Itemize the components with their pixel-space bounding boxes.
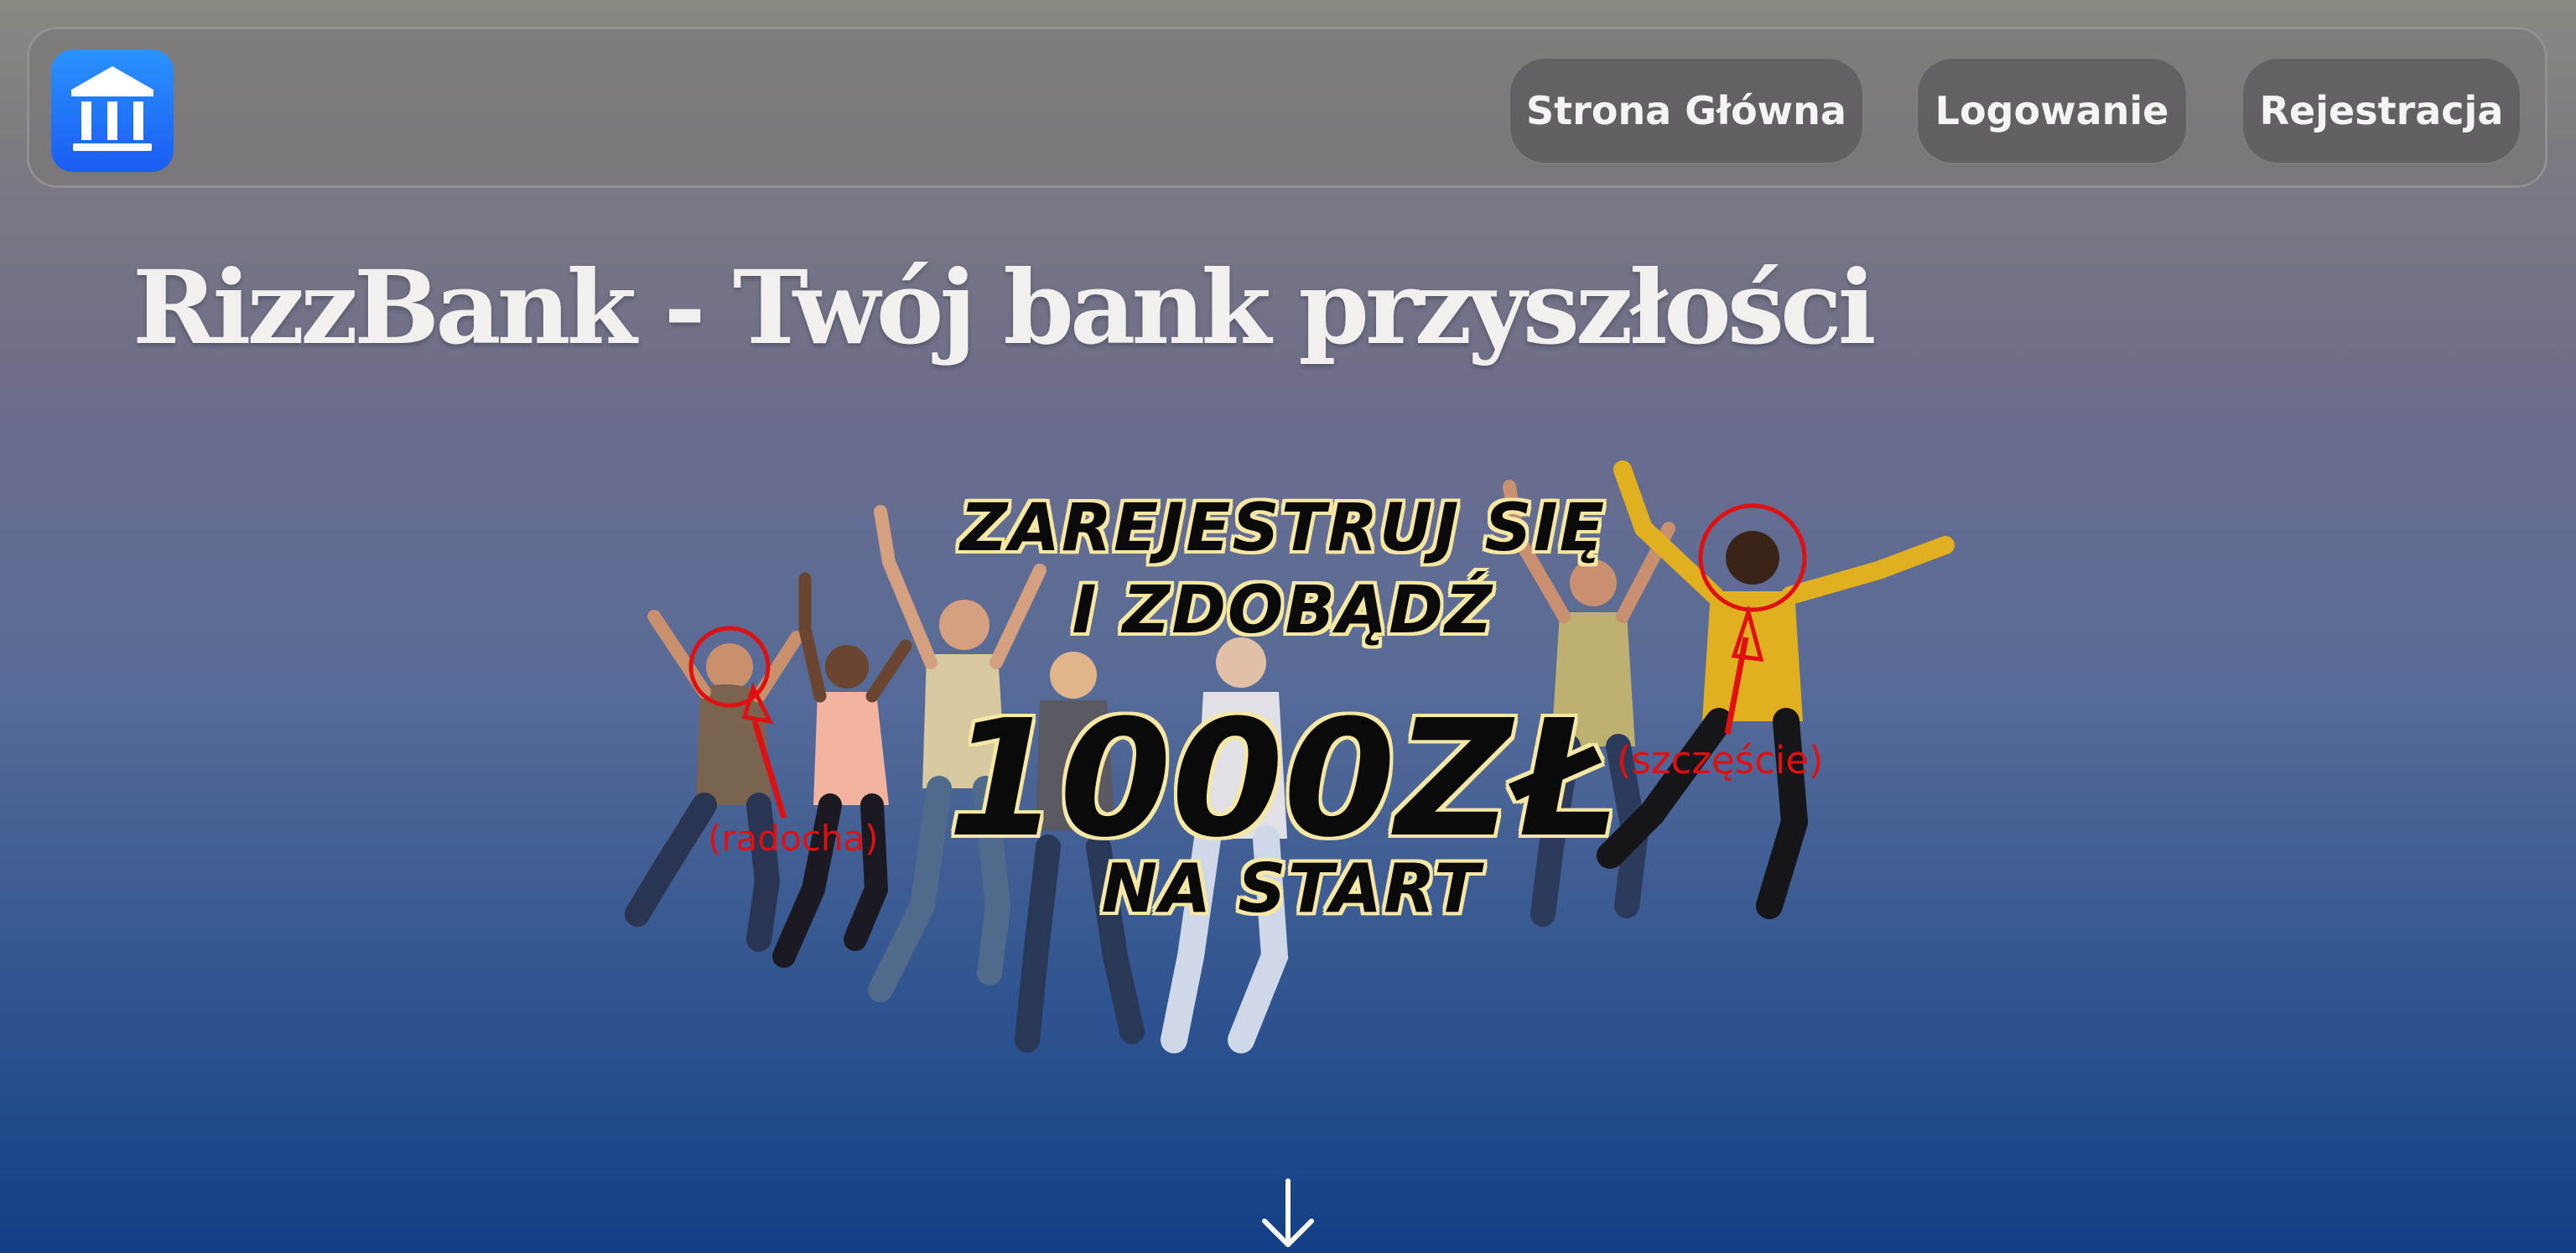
promo-amount: 1000ZŁ [947, 686, 1619, 873]
person-figure [1597, 460, 1955, 919]
page-title: RizzBank - Twój bank przyszłości [132, 247, 1877, 367]
navbar: Strona Główna Logowanie Rejestracja [27, 27, 2547, 188]
nav-home-button[interactable]: Strona Główna [1509, 57, 1864, 164]
annotation-label-right: (szczęście) [1617, 738, 1824, 782]
nav-login-button[interactable]: Logowanie [1916, 57, 2188, 164]
person-figure [772, 572, 912, 968]
promo-headline-line1: ZAREJESTRUJ SIĘ [959, 491, 1606, 566]
nav-register-button[interactable]: Rejestracja [2241, 57, 2521, 164]
annotation-label-left: (radocha) [708, 818, 879, 859]
bank-logo[interactable] [51, 49, 174, 172]
promo-headline-line2: I ZDOBĄDŹ [1072, 573, 1494, 648]
bank-building-icon [51, 49, 174, 172]
promo-headline-line4: NA START [1101, 850, 1482, 928]
arrow-down-icon[interactable] [1259, 1178, 1317, 1250]
